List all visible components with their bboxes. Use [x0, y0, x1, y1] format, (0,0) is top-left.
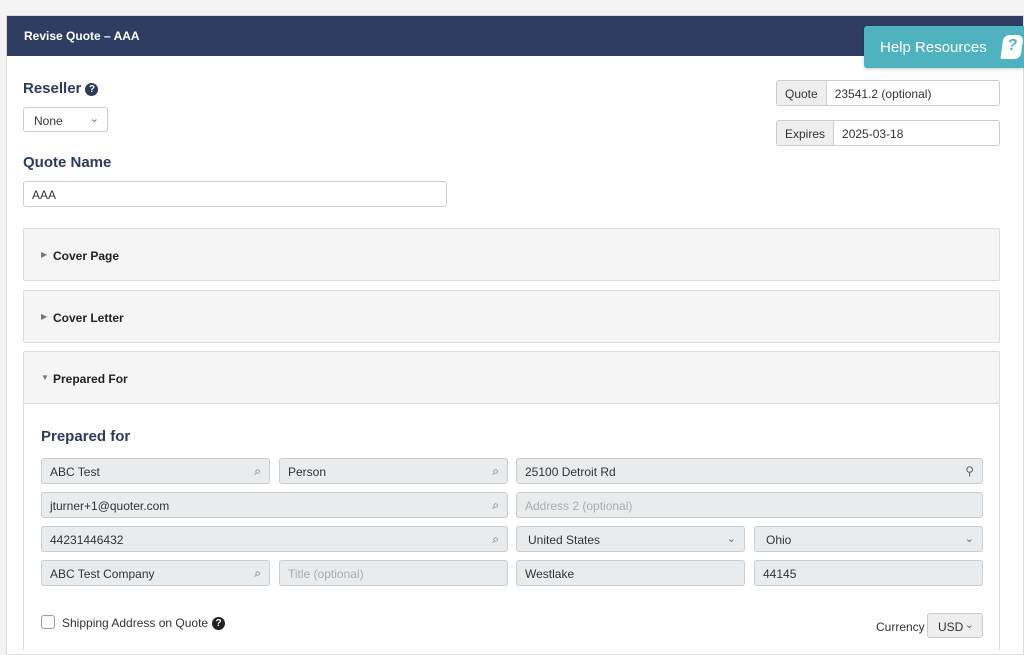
organization-field[interactable]: ABC Test ⌕ [41, 458, 270, 484]
shipping-address-checkbox[interactable] [41, 615, 55, 629]
reseller-heading-text: Reseller [23, 80, 82, 97]
panel-cover-letter-label: Cover Letter [53, 311, 124, 325]
caret-down-icon: ▼ [41, 373, 49, 382]
address2-placeholder: Address 2 (optional) [525, 499, 633, 513]
address1-field[interactable]: 25100 Detroit Rd ⚲ [516, 458, 983, 484]
country-value: United States [528, 533, 601, 547]
shipping-address-label: Shipping Address on Quote? [62, 616, 226, 630]
shipping-help-icon[interactable]: ? [212, 617, 226, 630]
person-field[interactable]: Person ⌕ [279, 458, 508, 484]
person-value: Person [288, 465, 327, 479]
phone-value: 44231446432 [50, 533, 124, 547]
city-field[interactable]: Westlake [516, 560, 745, 586]
quote-name-input[interactable]: AAA [23, 181, 447, 207]
currency-select[interactable]: USD ⌄ [927, 613, 983, 638]
caret-right-icon: ▶ [41, 312, 48, 321]
email-field[interactable]: jturner+1@quoter.com ⌕ [41, 492, 508, 518]
search-icon: ⌕ [492, 532, 499, 546]
chevron-down-icon: ⌄ [964, 619, 974, 631]
panel-prepared-for[interactable]: ▼ Prepared For [23, 351, 1000, 404]
chevron-down-icon: ⌄ [89, 113, 99, 125]
panel-cover-letter[interactable]: ▶ Cover Letter [23, 290, 1000, 343]
address1-value: 25100 Detroit Rd [525, 465, 616, 479]
expires-field[interactable]: Expires 2025-03-18 [776, 120, 1000, 146]
currency-value: USD [938, 620, 964, 634]
title-field[interactable]: Title (optional) [279, 560, 508, 586]
title-placeholder: Title (optional) [288, 567, 364, 581]
currency-label: Currency [876, 620, 925, 634]
company-field[interactable]: ABC Test Company ⌕ [41, 560, 270, 586]
organization-value: ABC Test [50, 465, 100, 479]
panel-prepared-for-label: Prepared For [53, 372, 128, 386]
help-resources-button[interactable]: Help Resources ? [864, 26, 1024, 68]
expires-label: Expires [777, 121, 835, 145]
email-value: jturner+1@quoter.com [50, 499, 170, 513]
search-icon: ⌕ [254, 464, 261, 478]
panel-cover-page[interactable]: ▶ Cover Page [23, 228, 1000, 281]
help-resources-label: Help Resources [880, 39, 987, 56]
prepared-for-heading: Prepared for [41, 428, 131, 445]
zip-field[interactable]: 44145 [754, 560, 983, 586]
company-value: ABC Test Company [50, 567, 155, 581]
state-select[interactable]: Ohio ⌄ [754, 526, 983, 552]
quote-number-label: Quote [777, 81, 827, 105]
location-pin-icon: ⚲ [965, 464, 974, 478]
caret-right-icon: ▶ [41, 250, 48, 259]
shipping-address-text: Shipping Address on Quote [62, 616, 209, 630]
panel-cover-page-label: Cover Page [53, 249, 120, 263]
address2-field[interactable]: Address 2 (optional) [516, 492, 983, 518]
quote-number-field[interactable]: Quote 23541.2 (optional) [776, 80, 1000, 106]
search-icon: ⌕ [492, 464, 499, 478]
search-icon: ⌕ [492, 498, 499, 512]
search-icon: ⌕ [254, 566, 261, 580]
phone-field[interactable]: 44231446432 ⌕ [41, 526, 508, 552]
reseller-select[interactable]: None ⌄ [23, 107, 108, 132]
reseller-help-icon[interactable]: ? [85, 83, 99, 96]
quote-number-input[interactable]: 23541.2 (optional) [827, 81, 999, 105]
state-value: Ohio [766, 533, 792, 547]
chevron-down-icon: ⌄ [964, 533, 974, 545]
country-select[interactable]: United States ⌄ [516, 526, 745, 552]
city-value: Westlake [525, 567, 575, 581]
zip-value: 44145 [763, 567, 797, 581]
chevron-down-icon: ⌄ [726, 533, 736, 545]
expires-input[interactable]: 2025-03-18 [834, 121, 999, 145]
reseller-heading: Reseller? [23, 80, 99, 97]
question-bubble-icon: ? [1000, 35, 1024, 59]
reseller-selected-value: None [34, 114, 63, 128]
quote-name-heading: Quote Name [23, 154, 112, 171]
